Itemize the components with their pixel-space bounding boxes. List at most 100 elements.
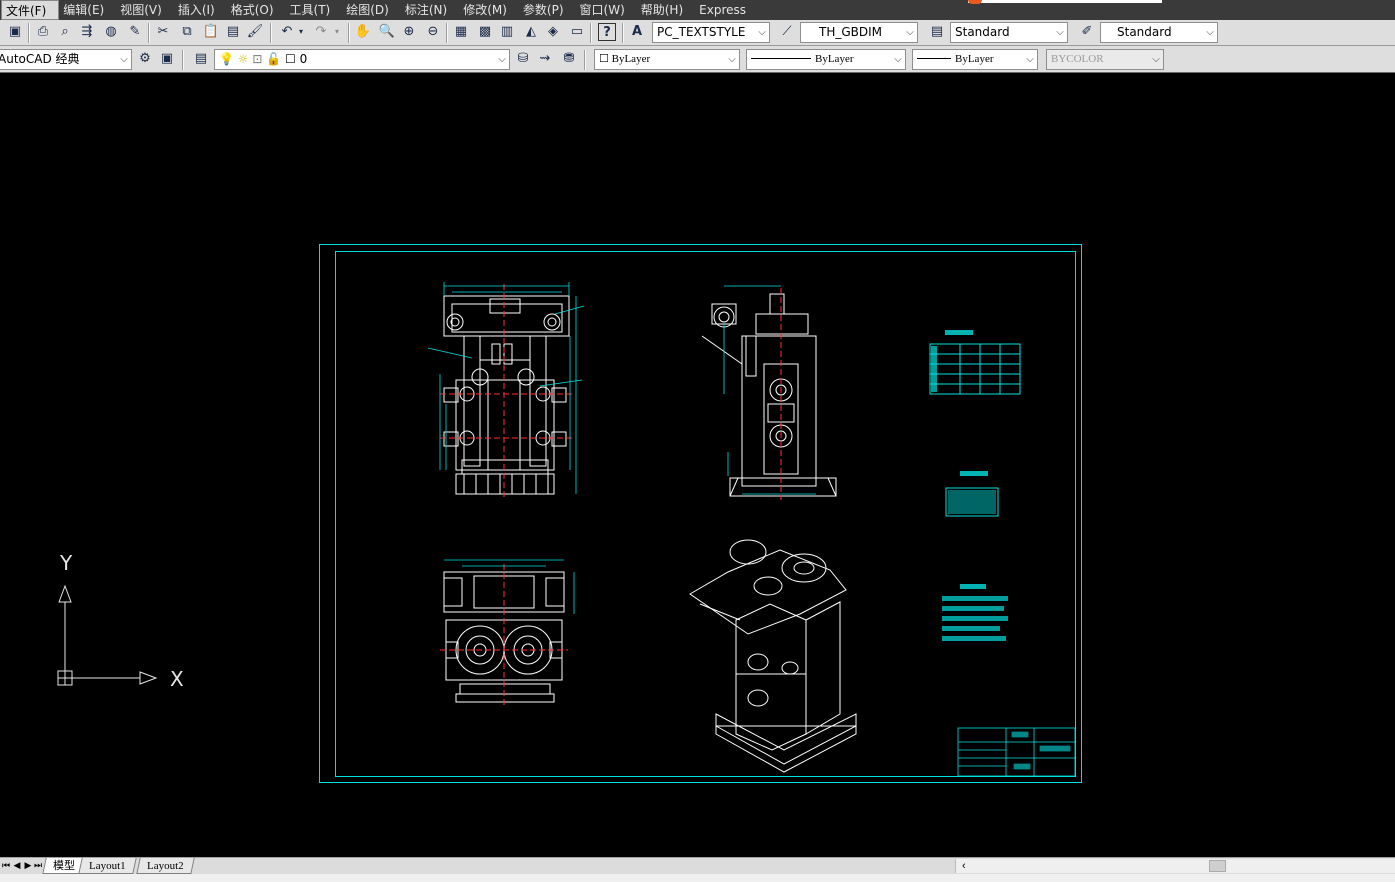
- menu-tools[interactable]: 工具(T): [286, 0, 343, 20]
- dim-style-value: TH_GBDIM: [819, 25, 883, 39]
- drawing-canvas[interactable]: Y X: [0, 74, 1395, 857]
- markup-icon[interactable]: ◈: [544, 23, 562, 41]
- lineweight-select[interactable]: ByLayer ⌵: [912, 49, 1038, 70]
- dim-style-select[interactable]: TH_GBDIM ⌵: [800, 22, 918, 43]
- calculator-icon[interactable]: ▭: [568, 23, 586, 41]
- multileader-style-select[interactable]: Standard ⌵: [1100, 22, 1218, 43]
- menu-bar: 文件(F) 编辑(E) 视图(V) 插入(I) 格式(O) 工具(T) 绘图(D…: [0, 0, 1395, 20]
- zoom-previous-icon[interactable]: ⊖: [424, 23, 442, 41]
- chevron-down-icon: ⌵: [894, 54, 902, 65]
- layer-previous-icon[interactable]: ⇝: [536, 50, 554, 68]
- make-current-layer-icon[interactable]: ⛁: [514, 50, 532, 68]
- app-logo-strip: [968, 0, 1162, 4]
- unlock-icon: 🔓: [266, 52, 282, 66]
- toolbar-separator: [622, 23, 624, 43]
- sheet-set-icon[interactable]: ◭: [522, 23, 540, 41]
- next-tab-icon[interactable]: ▶: [23, 860, 33, 872]
- toolbar-separator: [590, 23, 592, 43]
- menu-modify[interactable]: 修改(M): [459, 0, 519, 20]
- tab-model-label: 模型: [53, 859, 75, 872]
- menu-format[interactable]: 格式(O): [227, 0, 286, 20]
- paste-icon[interactable]: 📋: [202, 23, 220, 41]
- plot-icon[interactable]: ⎙: [34, 23, 52, 41]
- menu-express[interactable]: Express: [695, 0, 758, 20]
- match-properties-icon[interactable]: 🖌: [246, 23, 264, 41]
- title-block: [957, 727, 1076, 777]
- zoom-realtime-icon[interactable]: 🔍: [378, 23, 396, 41]
- menu-view[interactable]: 视图(V): [116, 0, 174, 20]
- menu-file[interactable]: 文件(F): [1, 0, 60, 20]
- menu-insert[interactable]: 插入(I): [174, 0, 227, 20]
- sun-icon: ☼: [237, 52, 249, 66]
- dim-style-icon[interactable]: ⟋: [778, 23, 796, 41]
- tab-layout1-label: Layout1: [89, 860, 126, 872]
- chevron-down-icon: ⌵: [1152, 54, 1160, 65]
- standard-toolbar: ▣ ⎙ ⌕ ⇶ ◍ ✎ ✂ ⧉ 📋 ▤ 🖌 ↶ ▾ ↷ ▾ ✋ 🔍 ⊕ ⊖ ▦ …: [0, 20, 1395, 46]
- parameter-table-2: [945, 471, 999, 517]
- table-style-select[interactable]: Standard ⌵: [950, 22, 1068, 43]
- color-select[interactable]: ☐ ByLayer ⌵: [594, 49, 740, 70]
- front-view-drawing: [440, 284, 572, 500]
- cut-icon[interactable]: ✂: [154, 23, 172, 41]
- properties-icon[interactable]: ▦: [452, 23, 470, 41]
- design-center-icon[interactable]: ▩: [476, 23, 494, 41]
- tab-layout2-label: Layout2: [147, 860, 184, 872]
- menu-dimension[interactable]: 标注(N): [401, 0, 459, 20]
- linetype-value: ByLayer: [815, 53, 854, 65]
- undo-dropdown-icon[interactable]: ▾: [296, 23, 306, 41]
- chevron-down-icon: ⌵: [758, 27, 766, 38]
- menu-edit[interactable]: 编辑(E): [59, 0, 116, 20]
- horizontal-scrollbar[interactable]: ‹: [955, 859, 1395, 873]
- lightbulb-icon: 💡: [219, 52, 234, 66]
- scrollbar-thumb[interactable]: [1209, 860, 1226, 872]
- text-style-select[interactable]: PC_TEXTSTYLE ⌵: [652, 22, 770, 43]
- workspace-settings-icon[interactable]: ⚙: [136, 50, 154, 68]
- workspace-toolbar-icon[interactable]: ▣: [158, 50, 176, 68]
- paste-block-icon[interactable]: ▤: [224, 23, 242, 41]
- top-view-drawing: [440, 564, 568, 706]
- ucs-y-label: Y: [59, 551, 73, 575]
- color-swatch: ☐: [599, 53, 612, 65]
- text-style-icon[interactable]: A: [628, 23, 646, 41]
- zoom-window-icon[interactable]: ⊕: [400, 23, 418, 41]
- undo-icon[interactable]: ↶: [278, 23, 296, 41]
- table-style-icon[interactable]: ▤: [928, 23, 946, 41]
- linetype-select[interactable]: ByLayer ⌵: [746, 49, 906, 70]
- scroll-left-icon[interactable]: ‹: [962, 859, 966, 873]
- multileader-style-icon[interactable]: ✐: [1078, 23, 1096, 41]
- pan-icon[interactable]: ✋: [354, 23, 372, 41]
- menu-draw[interactable]: 绘图(D): [342, 0, 401, 20]
- etransmit-icon[interactable]: ✎: [126, 23, 144, 41]
- tab-layout2[interactable]: Layout2: [136, 858, 195, 874]
- chevron-down-icon: ⌵: [906, 27, 914, 38]
- chevron-down-icon: ⌵: [1026, 54, 1034, 65]
- tab-layout1[interactable]: Layout1: [78, 858, 137, 874]
- prev-tab-icon[interactable]: ◀: [12, 860, 22, 872]
- help-icon[interactable]: ?: [598, 23, 616, 41]
- workspace-value: AutoCAD 经典: [0, 52, 80, 66]
- last-tab-icon[interactable]: ⏭: [33, 860, 43, 872]
- plotstyle-select[interactable]: BYCOLOR ⌵: [1046, 49, 1164, 70]
- copy-icon[interactable]: ⧉: [178, 23, 196, 41]
- save-icon[interactable]: ▣: [6, 23, 24, 41]
- layer-state-icon[interactable]: ⛃: [560, 50, 578, 68]
- first-tab-icon[interactable]: ⏮: [1, 860, 11, 872]
- plot-preview-icon[interactable]: ⌕: [56, 23, 74, 41]
- toolbar-separator: [28, 23, 30, 43]
- layer-properties-icon[interactable]: ▤: [192, 50, 210, 68]
- publish-icon[interactable]: ⇶: [78, 23, 96, 41]
- text-style-value: PC_TEXTSTYLE: [657, 25, 746, 39]
- menu-parametric[interactable]: 参数(P): [519, 0, 576, 20]
- redo-icon[interactable]: ↷: [312, 23, 330, 41]
- chevron-down-icon: ⌵: [1206, 27, 1214, 38]
- toolbar-separator: [348, 23, 350, 43]
- menu-help[interactable]: 帮助(H): [637, 0, 695, 20]
- chevron-down-icon: ⌵: [1056, 27, 1064, 38]
- workspace-select[interactable]: AutoCAD 经典 ⌵: [0, 49, 132, 70]
- lineweight-value: ByLayer: [955, 53, 994, 65]
- redo-dropdown-icon[interactable]: ▾: [332, 23, 342, 41]
- menu-window[interactable]: 窗口(W): [576, 0, 637, 20]
- layer-select[interactable]: 💡 ☼ ⊡ 🔓 ☐ 0 ⌵: [214, 49, 510, 70]
- tool-palettes-icon[interactable]: ▥: [498, 23, 516, 41]
- 3d-dwf-icon[interactable]: ◍: [102, 23, 120, 41]
